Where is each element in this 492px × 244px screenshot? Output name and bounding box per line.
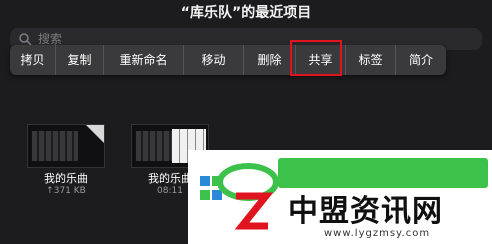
file-name: 我的乐曲 <box>44 172 88 185</box>
watermark-url: www.lygzmsy.com <box>324 228 431 239</box>
page-title: “库乐队”的最近项目 <box>180 5 312 21</box>
watermark: 中盟资讯网 www.lygzmsy.com <box>188 150 492 244</box>
file-size: ↑371 KB <box>46 186 86 196</box>
file-item[interactable]: 我的乐曲 ↑371 KB <box>26 124 106 197</box>
menu-item-delete[interactable]: 删除 <box>244 45 296 75</box>
project-thumbnail <box>27 124 105 168</box>
watermark-logo-icon <box>200 163 279 230</box>
share-highlight-box <box>290 40 342 76</box>
menu-item-tags[interactable]: 标签 <box>346 45 396 75</box>
menu-item-move[interactable]: 移动 <box>184 45 244 75</box>
watermark-name: 中盟资讯网 <box>288 194 443 229</box>
menu-item-duplicate[interactable]: 复制 <box>56 45 104 75</box>
context-menu: 拷贝 复制 重新命名 移动 删除 共享 标签 简介 <box>10 45 446 75</box>
watermark-banner <box>278 158 488 188</box>
search-icon <box>19 33 32 46</box>
menu-item-info[interactable]: 简介 <box>396 45 446 75</box>
menu-item-copy[interactable]: 拷贝 <box>10 45 56 75</box>
menu-item-rename[interactable]: 重新命名 <box>104 45 184 75</box>
